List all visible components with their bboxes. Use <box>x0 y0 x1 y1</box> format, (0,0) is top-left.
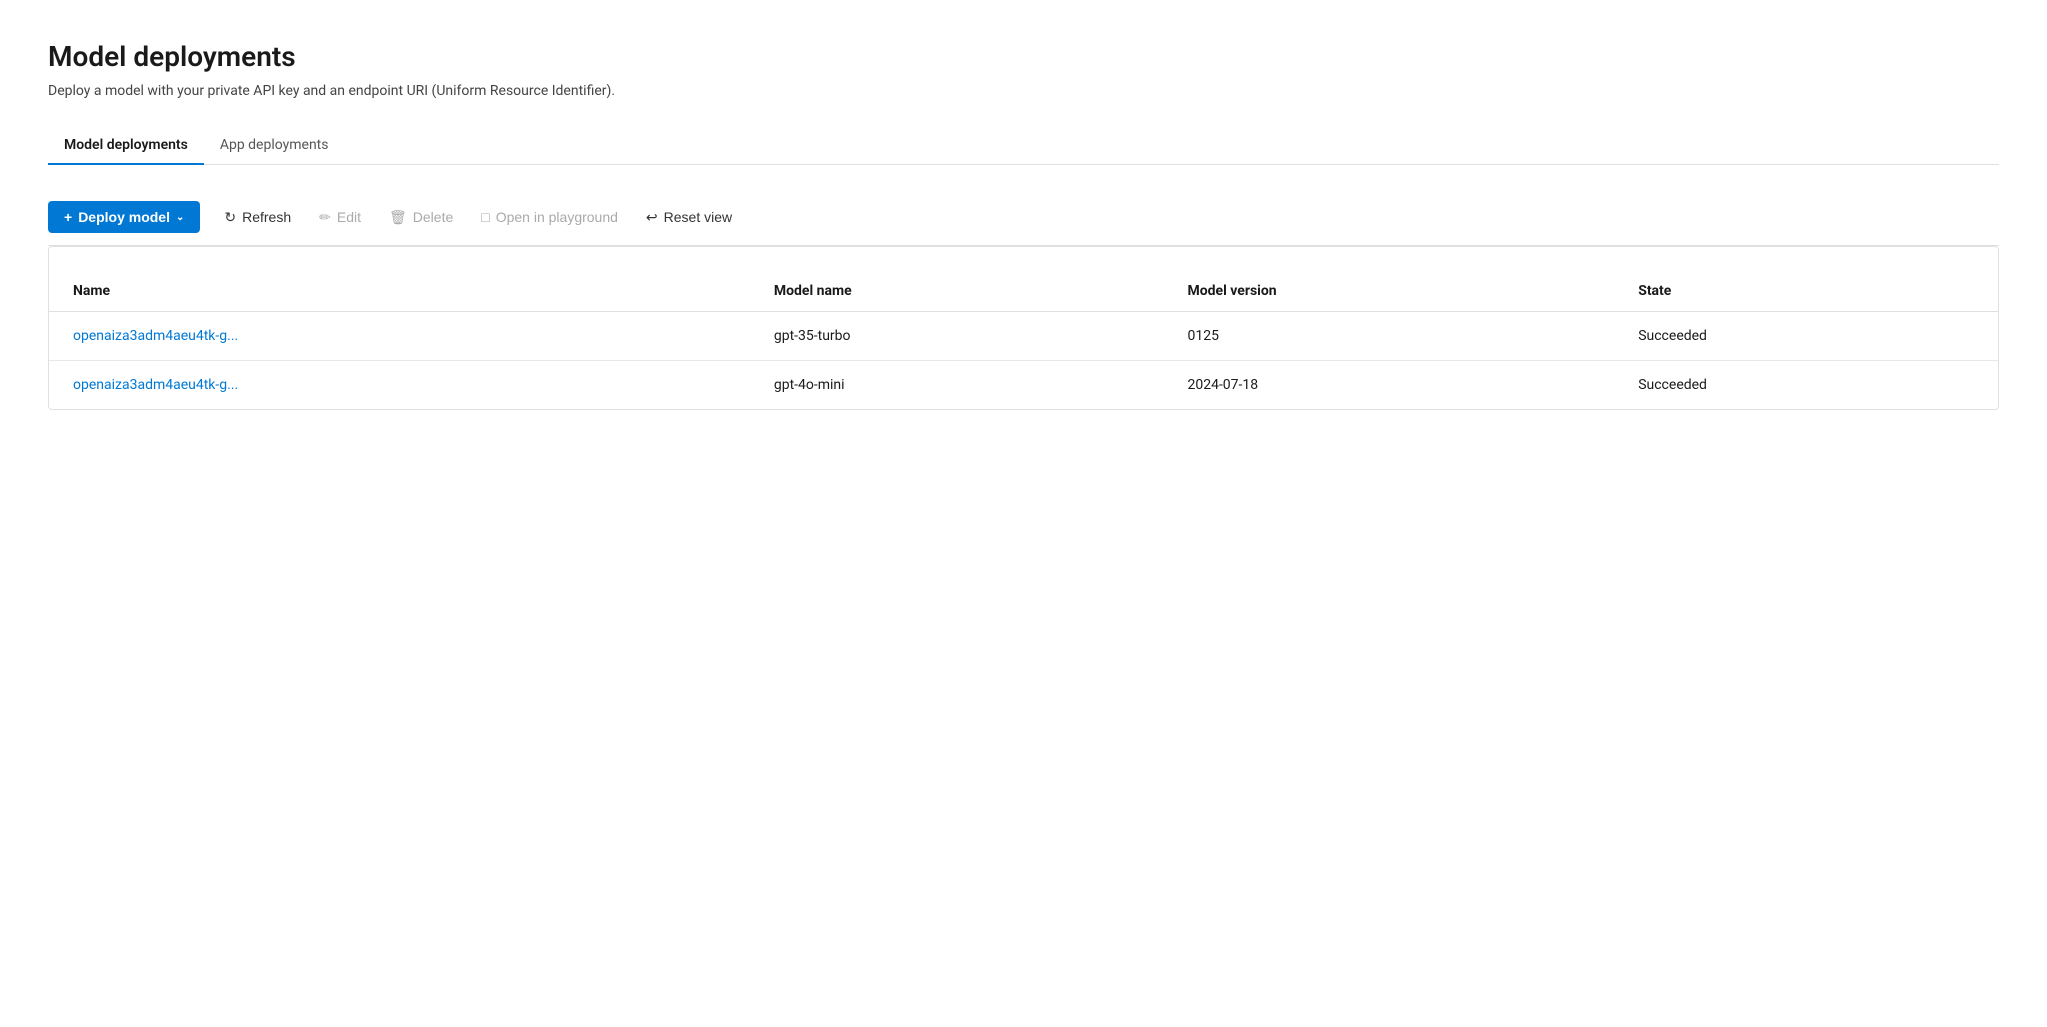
deployment-link[interactable]: openaiza3adm4aeu4tk-g... <box>73 377 238 393</box>
col-header-state: State <box>1614 271 1998 312</box>
cell-model-name: gpt-35-turbo <box>750 312 1164 361</box>
refresh-button[interactable]: ↻ Refresh <box>212 202 303 233</box>
refresh-label: Refresh <box>242 209 291 225</box>
col-header-name: Name <box>49 271 750 312</box>
cell-state: Succeeded <box>1614 312 1998 361</box>
tabs-container: Model deployments App deployments <box>48 127 1999 165</box>
page-subtitle: Deploy a model with your private API key… <box>48 83 1999 99</box>
delete-button[interactable]: 🗑 Delete <box>377 202 465 233</box>
edit-icon: ✏ <box>319 209 331 226</box>
deploy-model-label: Deploy model <box>78 209 170 225</box>
cell-name[interactable]: openaiza3adm4aeu4tk-g... <box>49 312 750 361</box>
cell-model-version: 0125 <box>1163 312 1614 361</box>
cell-model-version: 2024-07-18 <box>1163 361 1614 410</box>
reset-view-label: Reset view <box>664 209 732 225</box>
delete-icon: 🗑 <box>389 209 407 226</box>
refresh-icon: ↻ <box>224 209 236 226</box>
edit-button[interactable]: ✏ Edit <box>307 202 373 233</box>
table-inner: Name Model name Model version State open… <box>49 247 1998 409</box>
open-playground-button[interactable]: □ Open in playground <box>469 202 630 232</box>
table-row[interactable]: openaiza3adm4aeu4tk-g... gpt-35-turbo0125… <box>49 312 1998 361</box>
deployment-link[interactable]: openaiza3adm4aeu4tk-g... <box>73 328 238 344</box>
open-playground-label: Open in playground <box>496 209 618 225</box>
toolbar: + Deploy model ⌄ ↻ Refresh ✏ Edit 🗑 Dele… <box>48 189 1999 246</box>
edit-label: Edit <box>337 209 361 225</box>
deploy-model-button[interactable]: + Deploy model ⌄ <box>48 201 200 233</box>
col-header-model-name: Model name <box>750 271 1164 312</box>
table-header: Name Model name Model version State <box>49 271 1998 312</box>
reset-view-button[interactable]: ↩ Reset view <box>634 202 744 233</box>
deployments-table: Name Model name Model version State open… <box>49 271 1998 409</box>
tab-app-deployments[interactable]: App deployments <box>204 127 345 165</box>
cell-model-name: gpt-4o-mini <box>750 361 1164 410</box>
table-body: openaiza3adm4aeu4tk-g... gpt-35-turbo0125… <box>49 312 1998 410</box>
table-row[interactable]: openaiza3adm4aeu4tk-g... gpt-4o-mini2024-… <box>49 361 1998 410</box>
plus-icon: + <box>64 209 72 225</box>
open-playground-icon: □ <box>481 209 489 225</box>
cell-name[interactable]: openaiza3adm4aeu4tk-g... <box>49 361 750 410</box>
page-title: Model deployments <box>48 40 1999 73</box>
delete-label: Delete <box>413 209 453 225</box>
reset-view-icon: ↩ <box>646 209 658 226</box>
tab-model-deployments[interactable]: Model deployments <box>48 127 204 165</box>
cell-state: Succeeded <box>1614 361 1998 410</box>
col-header-model-version: Model version <box>1163 271 1614 312</box>
chevron-down-icon: ⌄ <box>176 212 184 223</box>
deployments-table-container: Name Model name Model version State open… <box>48 246 1999 410</box>
